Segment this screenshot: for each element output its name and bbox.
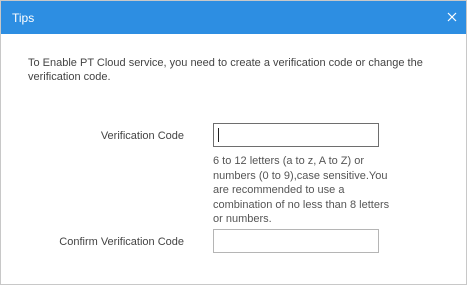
close-icon[interactable]	[444, 9, 460, 25]
dialog-titlebar: Tips	[1, 1, 466, 34]
tips-dialog: Tips To Enable PT Cloud service, you nee…	[0, 0, 467, 285]
dialog-title: Tips	[12, 11, 35, 25]
verification-code-label: Verification Code	[100, 130, 184, 142]
verification-code-input[interactable]	[213, 123, 379, 147]
verification-code-hint: 6 to 12 letters (a to z, A to Z) or numb…	[213, 155, 390, 225]
intro-text: To Enable PT Cloud service, you need to …	[28, 57, 423, 83]
confirm-code-label: Confirm Verification Code	[59, 236, 184, 248]
confirm-code-input[interactable]	[213, 229, 379, 253]
text-caret	[218, 128, 219, 142]
